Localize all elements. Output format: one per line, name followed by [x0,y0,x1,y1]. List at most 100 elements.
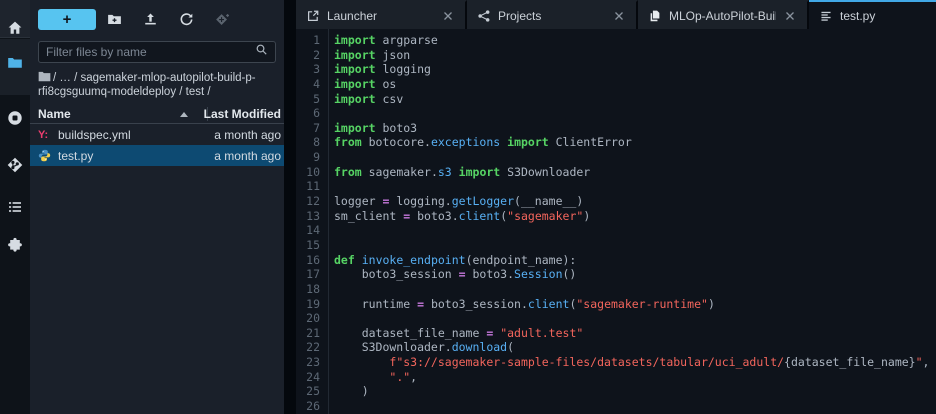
code-line[interactable]: 8 from botocore.exceptions import ClientE… [296,135,936,150]
table-of-contents-icon [7,199,23,215]
code-line[interactable]: 4 import os [296,77,936,92]
line-number: 10 [306,164,320,179]
share-icon [477,9,491,23]
code-line[interactable]: 16 def invoke_endpoint(endpoint_name): [296,253,936,268]
code-text: ".", [389,369,418,384]
upload-files-icon [143,12,158,27]
file-browser-panel: + / … / sagemaker-mlop-autopilot-build-p… [30,0,284,414]
code-text: from sagemaker.s3 import S3Downloader [334,164,591,179]
code-line[interactable]: 5 import csv [296,92,936,107]
activity-bar-item-git[interactable] [0,149,30,181]
breadcrumb-path[interactable]: / … / sagemaker-mlop-autopilot-build-p-r… [38,72,256,98]
main-area: Launcher Projects MLOp-AutoPilot-Build test… [296,0,936,414]
code-line[interactable]: 12 logger = logging.getLogger(__name__) [296,194,936,209]
line-number: 17 [306,267,320,282]
line-number: 18 [306,281,320,296]
line-number: 22 [306,340,320,355]
code-line[interactable]: 11 [296,179,936,194]
tab-label: Projects [498,8,542,23]
code-line[interactable]: 18 [296,282,936,297]
code-text: import boto3 [334,120,418,135]
activity-bar-item-file-browser[interactable] [0,47,30,79]
extensions-icon [7,237,23,253]
code-line[interactable]: 23 f"s3://sagemaker-sample-files/dataset… [296,355,936,370]
gutter-divider [328,29,329,414]
line-number: 3 [313,62,320,77]
tab-mlop-autopilot-build[interactable]: MLOp-AutoPilot-Build [638,0,809,29]
file-row-test-py[interactable]: test.py a month ago [30,145,284,166]
file-row-buildspec-yml[interactable]: Y: buildspec.yml a month ago [30,124,284,145]
code-text: import json [334,47,411,62]
activity-bar-item-home[interactable] [0,12,30,44]
file-last-modified: a month ago [214,127,281,142]
activity-bar-item-table-of-contents[interactable] [0,191,30,223]
code-line[interactable]: 26 [296,399,936,414]
code-line[interactable]: 21 dataset_file_name = "adult.test" [296,326,936,341]
new-folder-button[interactable] [96,4,132,34]
breadcrumb[interactable]: / … / sagemaker-mlop-autopilot-build-p-r… [30,70,284,105]
line-number: 5 [313,91,320,106]
code-editor[interactable]: 1 import argparse 2 import json 3 import logg… [296,29,936,414]
code-line[interactable]: 14 [296,223,936,238]
code-line[interactable]: 6 [296,106,936,121]
close-icon[interactable] [612,9,626,23]
close-icon[interactable] [441,9,455,23]
tab-test-py[interactable]: test.py [809,0,936,29]
tab-launcher[interactable]: Launcher [296,0,467,29]
code-text: dataset_file_name = "adult.test" [334,325,584,340]
code-line[interactable]: 19 runtime = boto3_session.client("sagem… [296,297,936,312]
code-text: boto3_session = boto3.Session() [334,267,577,282]
filter-files-input[interactable] [46,45,255,59]
line-number: 25 [306,384,320,399]
code-text: ) [334,384,369,399]
column-header-name[interactable]: Name [38,107,71,121]
activity-bar-item-extensions[interactable] [0,229,30,261]
file-last-modified: a month ago [214,148,281,163]
code-line[interactable]: 25 ) [296,384,936,399]
line-number: 6 [313,106,320,121]
upload-files-button[interactable] [132,4,168,34]
close-icon[interactable] [783,9,797,23]
code-line[interactable]: 7 import boto3 [296,121,936,136]
file-name: test.py [58,148,94,163]
home-icon [7,20,23,36]
code-line[interactable]: 3 import logging [296,62,936,77]
line-number: 14 [306,223,320,238]
file-name: buildspec.yml [58,127,131,142]
line-number: 26 [306,399,320,414]
file-browser-toolbar: + [30,0,284,38]
launcher-icon [306,9,320,23]
column-header-last-modified[interactable]: Last Modified [204,107,281,121]
panel-divider[interactable] [284,0,296,414]
code-line[interactable]: 17 boto3_session = boto3.Session() [296,267,936,282]
line-number: 12 [306,194,320,209]
code-line[interactable]: 15 [296,238,936,253]
line-number: 9 [313,150,320,165]
code-line[interactable]: 1 import argparse [296,33,936,48]
code-text: S3Downloader.download( [334,340,515,355]
line-number: 19 [306,296,320,311]
code-text: sm_client = boto3.client("sagemaker") [334,208,591,223]
tab-label: MLOp-AutoPilot-Build [669,8,776,23]
tab-label: Launcher [327,8,378,23]
code-line[interactable]: 20 [296,311,936,326]
code-line[interactable]: 13 sm_client = boto3.client("sagemaker") [296,209,936,224]
code-text: def invoke_endpoint(endpoint_name): [334,252,577,267]
code-line[interactable]: 9 [296,150,936,165]
tab-label: test.py [840,8,876,23]
line-number: 4 [313,76,320,91]
file-browser-icon [7,55,23,71]
filter-files-box [38,41,276,63]
code-line[interactable]: 22 S3Downloader.download( [296,340,936,355]
app-window: + / … / sagemaker-mlop-autopilot-build-p… [0,0,936,414]
code-line[interactable]: 2 import json [296,48,936,63]
refresh-file-list-button[interactable] [168,4,204,34]
code-text: import csv [334,91,404,106]
yaml-file-icon: Y: [38,128,49,141]
tab-projects[interactable]: Projects [467,0,638,29]
code-line[interactable]: 10 from sagemaker.s3 import S3Downloader [296,165,936,180]
code-line[interactable]: 24 ".", [296,370,936,385]
new-launcher-button[interactable]: + [38,8,96,30]
activity-bar-item-running-kernels[interactable] [0,102,30,134]
line-number: 23 [306,355,320,370]
